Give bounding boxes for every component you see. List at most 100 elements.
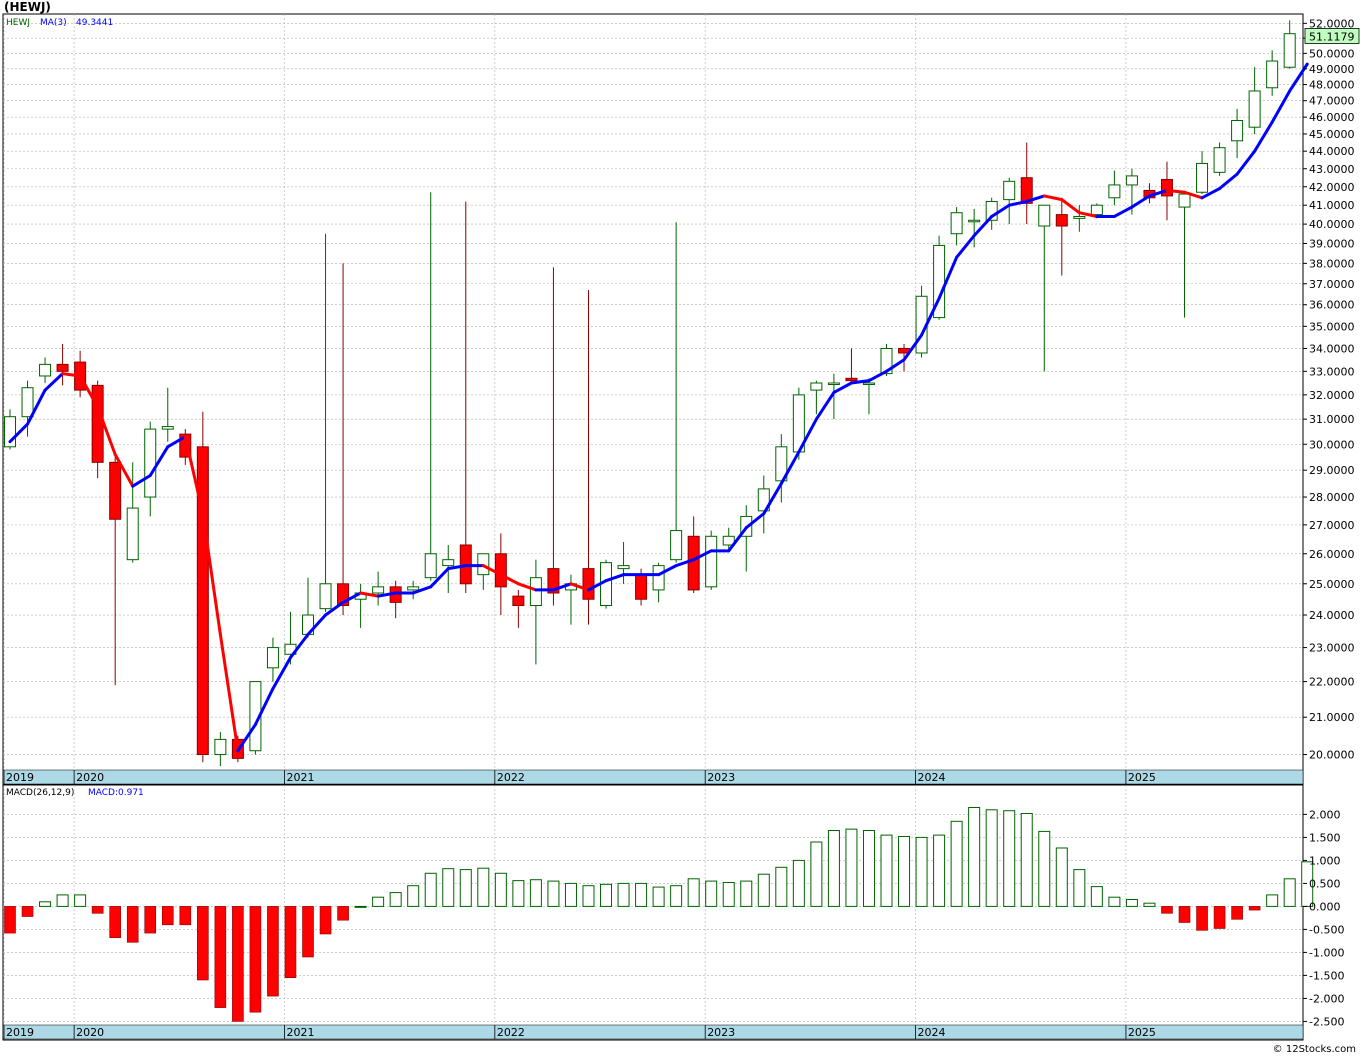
price-tick-label: 23.0000: [1309, 642, 1355, 655]
price-tick-label: 48.0000: [1309, 79, 1355, 92]
macd-bar-positive: [529, 879, 542, 907]
macd-bar-positive: [389, 892, 402, 907]
macd-bar-positive: [652, 886, 665, 907]
price-tick-label: 35.0000: [1309, 320, 1355, 333]
price-tick-label: 21.0000: [1309, 711, 1355, 724]
macd-axis: 2.000 1.500 1.000 0.500 0.000 -0.500 -1.000 -1.…: [1303, 808, 1344, 1028]
macd-bar-positive: [582, 885, 595, 907]
candle-body-down: [687, 535, 700, 591]
price-tick-label: 26.0000: [1309, 548, 1355, 561]
candle-body-up: [1038, 204, 1051, 227]
macd-bar-positive: [1090, 886, 1103, 907]
candle-body-up: [705, 535, 718, 588]
macd-bar-positive: [898, 835, 911, 907]
macd-bar-positive: [459, 869, 472, 907]
macd-bar-positive: [354, 905, 367, 908]
legend-ma-value: 49.3441: [76, 18, 113, 28]
macd-bar-negative: [91, 906, 104, 914]
macd-bar-positive: [792, 859, 805, 907]
macd-bar-negative: [1161, 906, 1173, 914]
candle-body-up: [1090, 204, 1103, 216]
legend-macd-label: MACD(26,12,9): [6, 788, 74, 798]
candle-body-up: [1178, 193, 1191, 208]
price-tick-label: 32.0000: [1309, 389, 1355, 402]
price-tick-label: 22.0000: [1309, 676, 1355, 689]
date-label: 2021: [286, 1026, 314, 1039]
macd-tick-label: 1.500: [1309, 831, 1341, 844]
macd-tick-label: 1.000: [1309, 854, 1341, 867]
price-tick-label: 44.0000: [1309, 145, 1355, 158]
candle-body-down: [845, 377, 858, 382]
price-tick-label: 40.0000: [1309, 218, 1355, 231]
candle-body-down: [1160, 179, 1173, 197]
price-tick-label: 27.0000: [1309, 519, 1355, 532]
macd-tick-label: -2.000: [1309, 992, 1344, 1005]
price-tick-label: 43.0000: [1309, 163, 1355, 176]
price-date-strip: 2019 2020 2021 2022 2023 2024 2025: [2, 769, 1304, 785]
candle-body-up: [1266, 60, 1279, 89]
macd-bar-positive: [775, 866, 788, 907]
date-label: 2024: [918, 771, 946, 784]
price-tick-label: 47.0000: [1309, 95, 1355, 108]
candle-body-down: [56, 363, 69, 372]
macd-bar-negative: [319, 906, 332, 935]
macd-bar-negative: [1178, 906, 1191, 923]
macd-bar-positive: [1266, 894, 1279, 907]
macd-tick-label: 0.000: [1309, 900, 1341, 913]
price-panel: 2019 2020 2021 2022 2023 2024 2025 20.0000 21.0…: [2, 13, 1360, 785]
macd-bar-positive: [74, 894, 87, 907]
macd-bar-positive: [547, 880, 560, 907]
macd-bar-positive: [740, 880, 753, 907]
macd-bar-positive: [827, 830, 840, 907]
price-tick-label: 50.0000: [1309, 47, 1355, 60]
macd-bar-positive: [372, 896, 385, 907]
candle-body-up: [1125, 175, 1138, 186]
macd-bar-positive: [950, 820, 963, 907]
candle-body-up: [407, 586, 420, 591]
macd-bar-positive: [1283, 878, 1296, 907]
macd-bar-positive: [56, 894, 69, 907]
candle-body-up: [1213, 147, 1226, 173]
price-tick-label: 38.0000: [1309, 257, 1355, 270]
macd-bar-positive: [985, 809, 998, 907]
price-tick-label: 31.0000: [1309, 413, 1355, 426]
macd-bar-positive: [1020, 812, 1033, 907]
price-tick-label: 28.0000: [1309, 491, 1355, 504]
macd-bar-positive: [1003, 810, 1016, 907]
macd-bar-positive: [477, 867, 490, 907]
macd-bar-positive: [617, 882, 630, 907]
macd-bar-negative: [214, 906, 227, 1008]
candle-body-up: [144, 428, 157, 498]
macd-bar-positive: [442, 868, 455, 907]
macd-bar-positive: [1073, 869, 1086, 907]
macd-bar-positive: [880, 834, 893, 907]
price-tick-label: 25.0000: [1309, 578, 1355, 591]
macd-bar-positive: [1125, 899, 1138, 907]
macd-bar-negative: [1196, 906, 1208, 931]
candle-body-up: [810, 382, 823, 391]
macd-bar-negative: [267, 906, 279, 997]
macd-bar-negative: [4, 906, 16, 934]
last-price-label: 51.1179: [1304, 28, 1360, 44]
macd-bar-positive: [424, 872, 437, 907]
price-tick-label: 24.0000: [1309, 609, 1355, 622]
price-axis: 20.0000 21.0000 22.0000 23.0000 24.0000 25.00…: [1303, 17, 1355, 762]
date-strip-background: [2, 769, 1304, 785]
macd-bar-negative: [197, 906, 209, 981]
candle-body-down: [91, 384, 104, 463]
price-tick-label: 49.0000: [1309, 63, 1355, 76]
candle-body-up: [827, 382, 840, 385]
macd-bar-positive: [39, 901, 52, 907]
macd-tick-label: -1.000: [1309, 946, 1344, 959]
macd-bar-negative: [337, 906, 349, 921]
candle-body-down: [635, 574, 648, 600]
macd-bar-negative: [21, 906, 34, 917]
macd-tick-label: 2.000: [1309, 808, 1341, 821]
candle-body-up: [862, 382, 875, 385]
price-tick-label: 42.0000: [1309, 181, 1355, 194]
candle-body-down: [512, 595, 525, 607]
macd-bar-positive: [862, 830, 875, 907]
macd-bar-negative: [179, 906, 192, 926]
macd-bar-positive: [687, 878, 700, 907]
macd-bar-positive: [1143, 902, 1156, 907]
